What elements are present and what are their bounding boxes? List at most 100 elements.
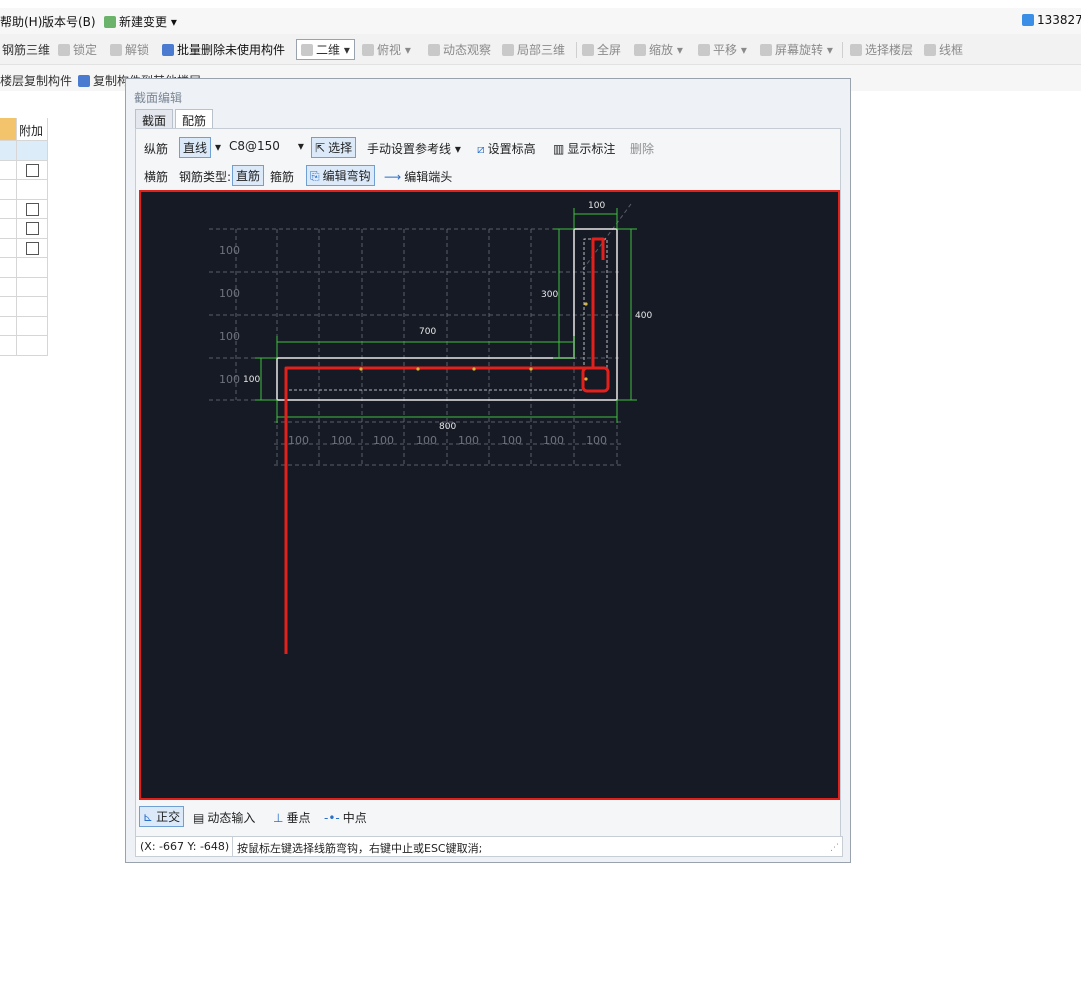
grid-row[interactable] — [0, 297, 48, 317]
rebar-spec-value: C8@150 — [229, 139, 280, 153]
user-account[interactable]: 133827 — [1022, 13, 1081, 27]
pan-button[interactable]: 平移 ▾ — [698, 41, 747, 58]
dialog-title: 截面编辑 — [134, 91, 183, 105]
perpendicular-snap[interactable]: ⊥ 垂点 — [273, 809, 310, 826]
batch-delete-button[interactable]: 批量删除未使用构件 — [162, 41, 285, 58]
line-mode-label: 直线 — [183, 141, 208, 155]
rebar-spec-select[interactable]: C8@150 ▾ — [229, 139, 304, 153]
cursor-icon: ⇱ — [315, 141, 326, 155]
midpoint-label: 中点 — [342, 811, 367, 825]
stirrup-button[interactable]: 箍筋 — [270, 168, 294, 185]
menu-bar: 帮助(H) 版本号(B) 新建变更 ▾ 133827 — [0, 8, 1081, 34]
grid-row[interactable] — [0, 316, 48, 336]
local3d-label: 局部三维 — [517, 43, 566, 57]
tab-rebar[interactable]: 配筋 — [175, 109, 214, 128]
dim-horizontal: 700 — [419, 327, 436, 337]
tab-section[interactable]: 截面 — [135, 109, 174, 128]
grid-row[interactable] — [0, 258, 48, 278]
dynamic-input-toggle[interactable]: ▤ 动态输入 — [193, 809, 255, 826]
label-icon: ▥ — [553, 142, 565, 156]
view-mode-select[interactable]: 二维 ▾ — [296, 39, 355, 60]
resize-grip-icon[interactable]: ⋰ — [830, 843, 839, 853]
local3d-button[interactable]: 局部三维 — [502, 41, 565, 58]
line-mode-dropdown-icon[interactable]: ▾ — [215, 140, 221, 154]
grid-label-bottom: 100 — [373, 434, 394, 447]
rotate-button[interactable]: 屏幕旋转 ▾ — [760, 41, 833, 58]
grid-header-cell — [0, 118, 17, 140]
rebar3d-button[interactable]: 钢筋三维 — [2, 41, 50, 58]
ref-line-dropdown[interactable]: 手动设置参考线 ▾ — [367, 140, 461, 157]
menu-version[interactable]: 版本号(B) — [42, 13, 96, 30]
dynamic-view-label: 动态观察 — [443, 43, 492, 57]
set-elevation-button[interactable]: ⧄ 设置标高 — [477, 140, 536, 157]
select-floor-label: 选择楼层 — [865, 43, 914, 57]
grid-row[interactable] — [0, 336, 48, 356]
straight-rebar-label: 直筋 — [236, 169, 261, 183]
drawing-canvas[interactable]: 100 100 100 100 100 100 100 100 100 100 … — [139, 190, 840, 800]
zoom-label: 缩放 — [649, 43, 674, 57]
edit-end-button[interactable]: ⟶ 编辑端头 — [384, 168, 452, 185]
midpoint-icon: -•- — [324, 811, 340, 825]
keyboard-icon: ▤ — [193, 811, 205, 825]
grid-cell — [0, 277, 17, 296]
grid-header-row: 附加 — [0, 118, 48, 141]
transverse-button[interactable]: 横筋 — [144, 168, 168, 185]
grid-label-left: 100 — [219, 244, 240, 257]
top-view-button[interactable]: 俯视 ▾ — [362, 41, 411, 58]
grid-row[interactable] — [0, 277, 48, 297]
grid-label-left: 100 — [219, 330, 240, 343]
user-label: 133827 — [1037, 13, 1081, 27]
grid-cell — [0, 238, 17, 257]
status-hint: 按鼠标左键选择线筋弯钩，右键中止或ESC键取消; — [237, 842, 483, 855]
straight-rebar-button[interactable]: 直筋 — [232, 165, 265, 186]
grid-checkbox[interactable] — [26, 202, 39, 216]
grid-label-bottom: 100 — [586, 434, 607, 447]
grid-checkbox[interactable] — [26, 163, 39, 177]
wireframe-button[interactable]: 线框 — [924, 41, 963, 58]
rebar-type-label: 钢筋类型: — [179, 170, 232, 184]
grid-cell — [0, 141, 17, 160]
fullscreen-icon — [582, 44, 594, 56]
select-button[interactable]: ⇱ 选择 — [311, 137, 357, 158]
new-change-menu[interactable]: 新建变更 ▾ — [104, 13, 177, 30]
ref-line-label: 手动设置参考线 — [367, 142, 452, 156]
rotate-icon — [760, 44, 772, 56]
fullscreen-button[interactable]: 全屏 — [582, 41, 621, 58]
grid-row[interactable] — [0, 180, 48, 200]
show-label-label: 显示标注 — [567, 142, 616, 156]
grid-row[interactable] — [0, 199, 48, 219]
view2d-label: 二维 — [316, 43, 341, 57]
dim-bottom: 800 — [439, 422, 456, 432]
grid-row[interactable] — [0, 141, 48, 161]
select-floor-button[interactable]: 选择楼层 — [850, 41, 913, 58]
edit-hook-button[interactable]: ⎘ 编辑弯钩 — [306, 165, 375, 186]
brush-icon — [162, 44, 174, 56]
delete-button[interactable]: 删除 — [630, 140, 654, 157]
lock-button[interactable]: 锁定 — [58, 41, 97, 58]
section-drawing[interactable]: 100 100 100 100 100 100 100 100 100 100 … — [141, 192, 838, 798]
show-label-button[interactable]: ▥ 显示标注 — [553, 140, 615, 157]
zoom-icon — [634, 44, 646, 56]
grid-checkbox[interactable] — [26, 241, 39, 255]
grid-row[interactable] — [0, 160, 48, 180]
grid-checkbox[interactable] — [26, 222, 39, 235]
grid-row[interactable] — [0, 238, 48, 258]
midpoint-snap[interactable]: -•- 中点 — [324, 809, 367, 826]
longitudinal-button[interactable]: 纵筋 — [144, 140, 168, 157]
wireframe-label: 线框 — [939, 43, 964, 57]
zoom-button[interactable]: 缩放 ▾ — [634, 41, 683, 58]
edit-end-label: 编辑端头 — [404, 170, 453, 184]
floor-copy-button[interactable]: 楼层复制构件 — [0, 72, 72, 89]
unlock-button[interactable]: 解锁 — [110, 41, 149, 58]
hook-icon: ⎘ — [310, 169, 320, 183]
toolbar-separator — [842, 42, 843, 58]
main-toolbar: 钢筋三维 锁定 解锁 批量删除未使用构件 二维 ▾ 俯视 ▾ 动态观察 局部三维… — [0, 34, 1081, 65]
menu-help[interactable]: 帮助(H) — [0, 13, 42, 30]
dynamic-view-button[interactable]: 动态观察 — [428, 41, 491, 58]
line-mode-button[interactable]: 直线 — [179, 137, 212, 158]
grid-cell — [0, 219, 17, 238]
ortho-toggle[interactable]: ⊾ 正交 — [139, 806, 185, 827]
grid-label-left: 100 — [219, 287, 240, 300]
batch-delete-label: 批量删除未使用构件 — [177, 43, 286, 57]
grid-row[interactable] — [0, 219, 48, 239]
